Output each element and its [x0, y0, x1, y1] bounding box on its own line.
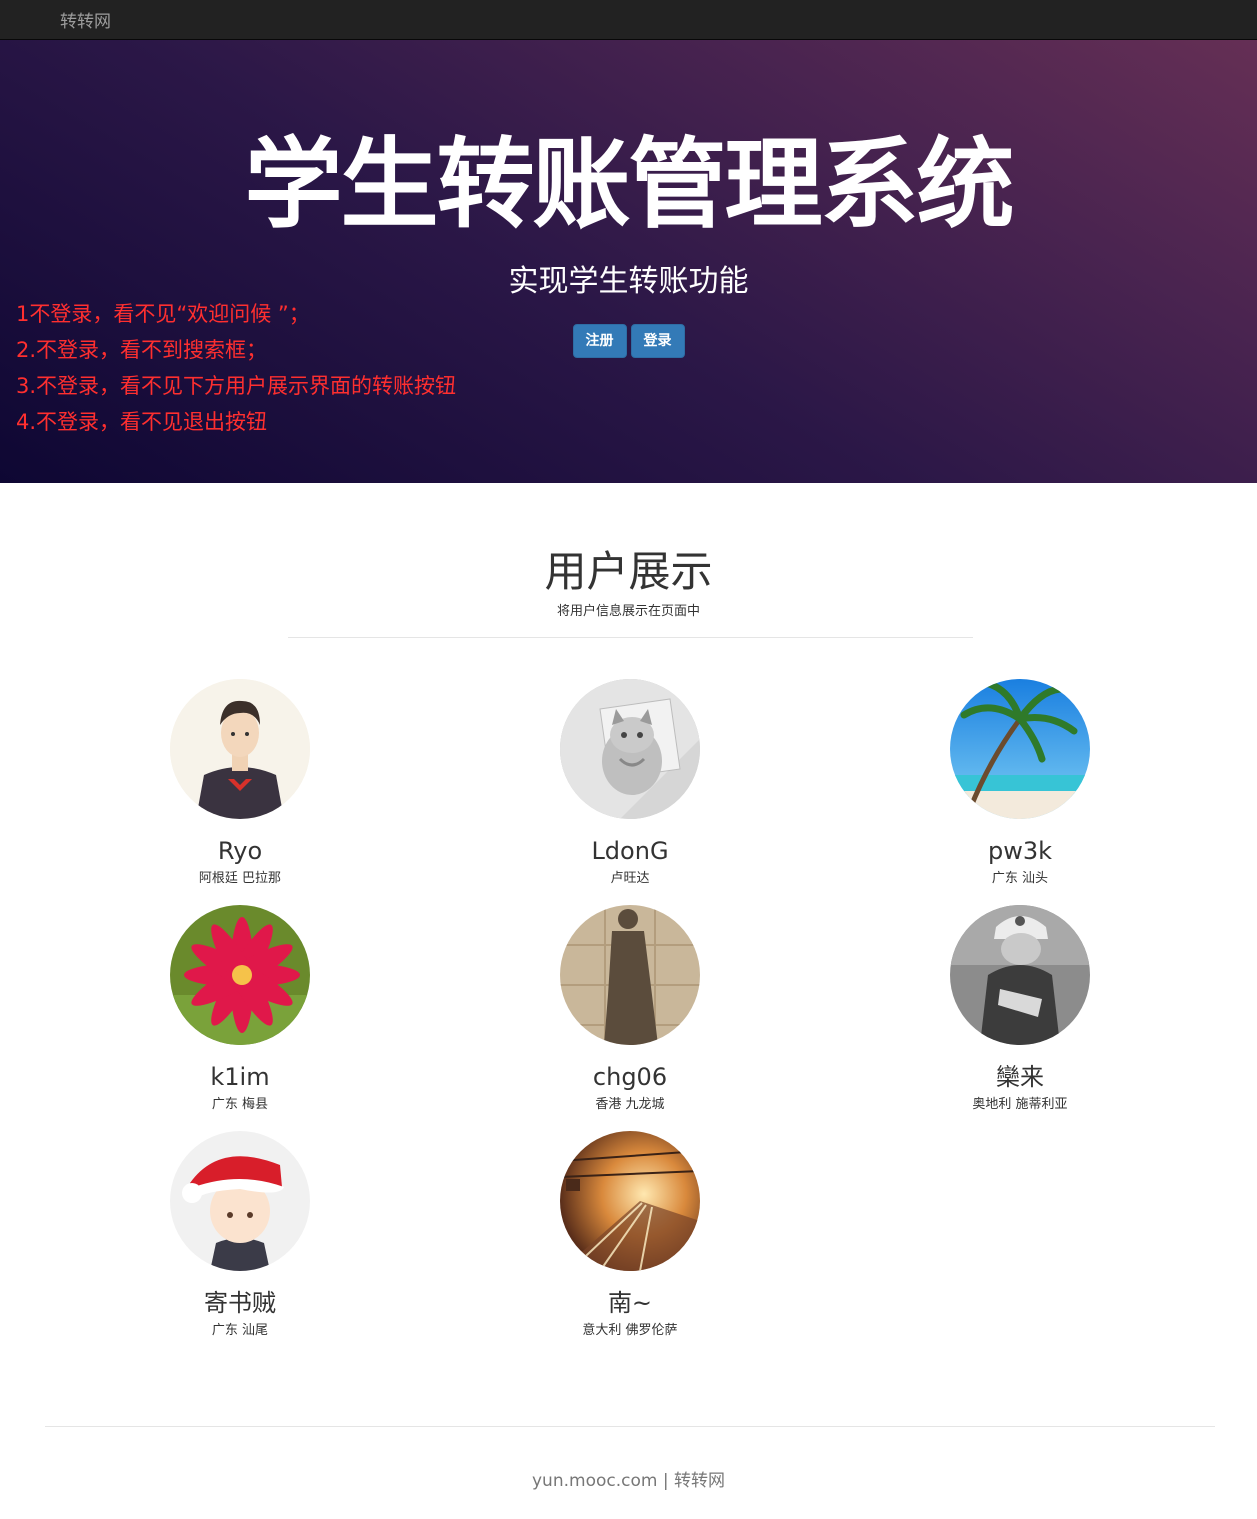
user-card: Ryo 阿根廷 巴拉那 — [140, 679, 340, 889]
note-3: 3.不登录，看不见下方用户展示界面的转账按钮 — [16, 374, 457, 398]
hero-subtitle: 实现学生转账功能 — [508, 264, 749, 299]
divider — [288, 637, 973, 638]
user-location: 香港 九龙城 — [595, 1097, 665, 1112]
footer-divider — [45, 1426, 1215, 1427]
footer-brand-link[interactable]: 转转网 — [674, 1471, 725, 1491]
user-name: k1im — [210, 1063, 270, 1091]
user-name: Ryo — [217, 837, 263, 865]
hero-banner: 学生转账管理系统 实现学生转账功能 注册 登录 1不登录，看不见“欢迎问候 ”；… — [0, 40, 1257, 483]
note-4: 4.不登录，看不见退出按钮 — [16, 410, 268, 434]
requirement-notes: 1不登录，看不见“欢迎问候 ”； 2.不登录，看不到搜索框； 3.不登录，看不见… — [16, 296, 456, 440]
user-location: 卢旺达 — [610, 871, 650, 886]
navbar: 转转网 — [0, 0, 1257, 40]
user-name: 寄书贼 — [204, 1289, 276, 1317]
note-2: 2.不登录，看不到搜索框； — [16, 338, 268, 362]
user-card: 欒来 奥地利 施蒂利亚 — [920, 905, 1120, 1115]
cat-avatar[interactable] — [560, 679, 700, 819]
user-location: 广东 汕头 — [991, 871, 1049, 886]
user-location: 奥地利 施蒂利亚 — [972, 1097, 1068, 1112]
section-title: 用户展示 — [544, 547, 713, 596]
user-name: chg06 — [592, 1063, 668, 1091]
user-name: 南~ — [607, 1289, 653, 1317]
cap-girl-avatar[interactable] — [950, 905, 1090, 1045]
register-button[interactable]: 注册 — [572, 324, 627, 358]
hero-title: 学生转账管理系统 — [244, 128, 1014, 242]
anime-boy-avatar[interactable] — [170, 679, 310, 819]
santa-hat-avatar[interactable] — [170, 1131, 310, 1271]
train-station-avatar[interactable] — [560, 1131, 700, 1271]
user-location: 阿根廷 巴拉那 — [198, 871, 282, 886]
shadow-avatar[interactable] — [560, 905, 700, 1045]
red-flower-avatar[interactable] — [170, 905, 310, 1045]
user-location: 意大利 佛罗伦萨 — [582, 1323, 678, 1338]
user-location: 广东 梅县 — [211, 1097, 269, 1112]
user-card: k1im 广东 梅县 — [140, 905, 340, 1115]
user-card: 南~ 意大利 佛罗伦萨 — [530, 1131, 730, 1341]
note-1: 1不登录，看不见“欢迎问候 ”； — [16, 302, 310, 326]
user-card: pw3k 广东 汕头 — [920, 679, 1120, 889]
user-location: 广东 汕尾 — [211, 1323, 269, 1338]
user-name: 欒来 — [996, 1063, 1044, 1091]
user-name: LdonG — [591, 837, 669, 865]
user-name: pw3k — [987, 837, 1053, 865]
navbar-brand[interactable]: 转转网 — [60, 7, 111, 32]
login-button[interactable]: 登录 — [630, 324, 685, 358]
footer: yun.mooc.com | 转转网 — [0, 1466, 1257, 1491]
palm-beach-avatar[interactable] — [950, 679, 1090, 819]
footer-separator: | — [662, 1471, 669, 1491]
user-card: chg06 香港 九龙城 — [530, 905, 730, 1115]
user-card: 寄书贼 广东 汕尾 — [140, 1131, 340, 1341]
user-card: LdonG 卢旺达 — [530, 679, 730, 889]
section-subtitle: 将用户信息展示在页面中 — [556, 604, 700, 619]
footer-site-link[interactable]: yun.mooc.com — [532, 1471, 657, 1491]
